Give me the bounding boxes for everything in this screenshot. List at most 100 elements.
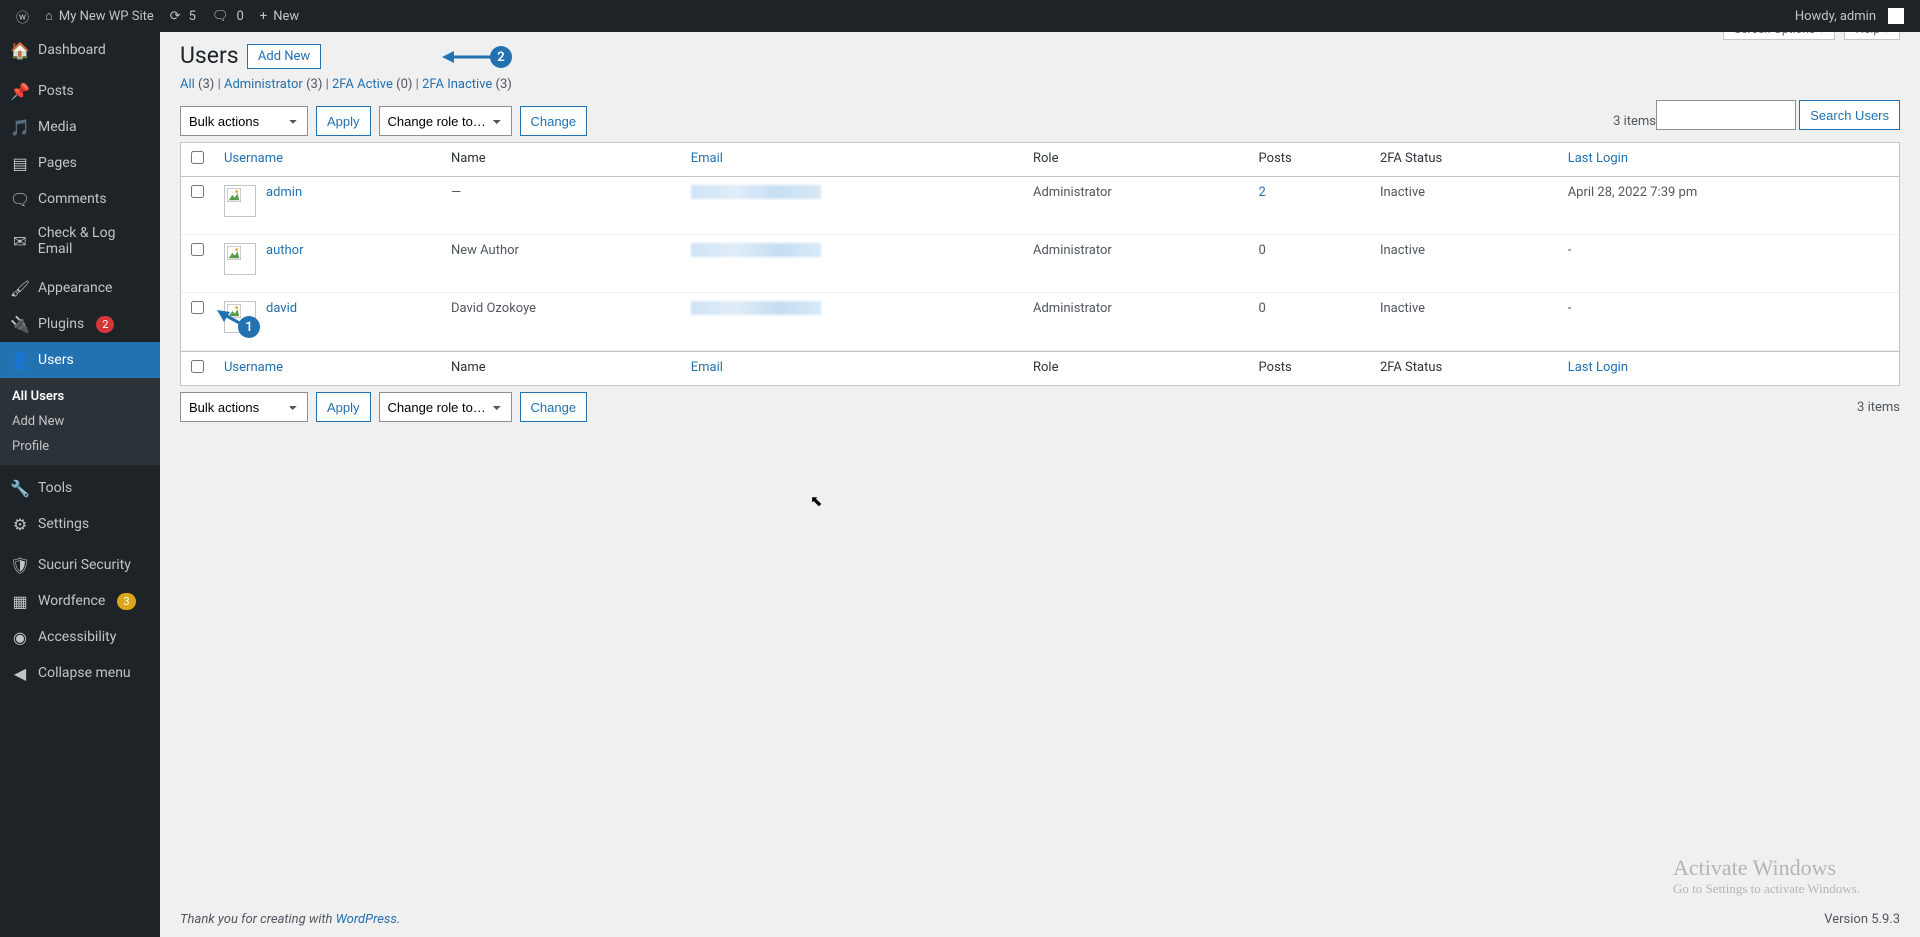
col-email[interactable]: Email — [681, 143, 1023, 177]
user-icon: 👤 — [10, 350, 30, 370]
new-label: New — [273, 9, 299, 24]
change-button[interactable]: Change — [520, 106, 588, 136]
sidebar-label: Comments — [38, 191, 107, 207]
apply-button[interactable]: Apply — [316, 106, 371, 136]
col-last-login[interactable]: Last Login — [1558, 143, 1899, 177]
row-checkbox[interactable] — [191, 301, 204, 314]
annotation-arrow-2 — [442, 48, 492, 66]
sidebar-item-sucuri[interactable]: 🛡Sucuri Security — [0, 547, 160, 583]
filter-all[interactable]: All — [180, 77, 195, 92]
refresh-icon: ⟳ — [170, 9, 181, 24]
col-name: Name — [441, 351, 681, 385]
account-link[interactable]: Howdy, admin — [1787, 0, 1912, 32]
change-button[interactable]: Change — [520, 392, 588, 422]
col-email[interactable]: Email — [681, 351, 1023, 385]
sidebar-item-posts[interactable]: 📌Posts — [0, 73, 160, 109]
howdy-label: Howdy, admin — [1795, 9, 1876, 24]
sidebar-item-tools[interactable]: 🔧Tools — [0, 470, 160, 506]
users-submenu: All Users Add New Profile — [0, 378, 160, 465]
version-label: Version 5.9.3 — [1824, 912, 1900, 927]
sidebar-label: Users — [38, 352, 74, 368]
filter-2fa-active[interactable]: 2FA Active — [332, 77, 393, 92]
sidebar-item-wordfence[interactable]: ▦Wordfence3 — [0, 583, 160, 619]
sidebar-item-dashboard[interactable]: 🏠Dashboard — [0, 32, 160, 68]
submenu-profile[interactable]: Profile — [0, 434, 160, 459]
bulk-actions-select[interactable]: Bulk actions — [180, 392, 308, 422]
comments-link[interactable]: 🗨0 — [204, 0, 252, 32]
shield-icon: 🛡 — [10, 555, 30, 575]
sliders-icon: ⚙ — [10, 514, 30, 534]
wordpress-link[interactable]: WordPress — [336, 912, 397, 927]
collapse-menu[interactable]: ◀Collapse menu — [0, 655, 160, 691]
last-login-cell: - — [1558, 235, 1899, 293]
footer-thanks: Thank you for creating with — [180, 912, 336, 927]
tablenav-top: Bulk actions Apply Change role to… Chang… — [180, 100, 1656, 142]
posts-cell: 0 — [1249, 235, 1370, 293]
sidebar-item-users[interactable]: 👤 Users — [0, 342, 160, 378]
page-icon: ▤ — [10, 153, 30, 173]
accessibility-icon: ◉ — [10, 627, 30, 647]
posts-link[interactable]: 2 — [1259, 185, 1266, 200]
firewall-icon: ▦ — [10, 591, 30, 611]
filter-links: All (3) | Administrator (3) | 2FA Active… — [180, 77, 1900, 92]
username-link[interactable]: david — [266, 301, 297, 316]
admin-sidebar: 🏠Dashboard 📌Posts 🎵Media ▤ Pages 🗨Comment… — [0, 32, 160, 937]
col-name: Name — [441, 143, 681, 177]
col-2fa: 2FA Status — [1370, 143, 1558, 177]
updates-link[interactable]: ⟳5 — [162, 0, 204, 32]
search-input[interactable] — [1656, 100, 1796, 130]
redacted-email — [691, 301, 821, 315]
admin-toolbar: ⓦ ⌂My New WP Site ⟳5 🗨0 +New Howdy, admi… — [0, 0, 1920, 32]
sidebar-item-plugins[interactable]: 🔌Plugins2 — [0, 306, 160, 342]
sidebar-item-check-email[interactable]: ✉Check & Log Email — [0, 217, 160, 265]
table-row: davidDavid OzokoyeAdministrator0Inactive… — [181, 293, 1899, 351]
select-all-top[interactable] — [191, 151, 204, 164]
apply-button[interactable]: Apply — [316, 392, 371, 422]
filter-2fa-inactive[interactable]: 2FA Inactive — [422, 77, 492, 92]
sidebar-label: Settings — [38, 516, 89, 532]
col-username[interactable]: Username — [214, 143, 441, 177]
search-box: Search Users — [1656, 100, 1900, 130]
sidebar-label: Accessibility — [38, 629, 116, 645]
sidebar-label: Plugins — [38, 316, 84, 332]
col-username[interactable]: Username — [214, 351, 441, 385]
tfa-cell: Inactive — [1370, 177, 1558, 235]
last-login-cell: - — [1558, 293, 1899, 351]
change-role-select[interactable]: Change role to… — [379, 106, 512, 136]
submenu-add-new[interactable]: Add New — [0, 409, 160, 434]
sidebar-label: Appearance — [38, 280, 112, 296]
gauge-icon: 🏠 — [10, 40, 30, 60]
media-icon: 🎵 — [10, 117, 30, 137]
broken-image-icon — [224, 185, 256, 217]
change-role-select[interactable]: Change role to… — [379, 392, 512, 422]
sidebar-label: Collapse menu — [38, 665, 131, 681]
col-last-login[interactable]: Last Login — [1558, 351, 1899, 385]
select-all-bottom[interactable] — [191, 360, 204, 373]
username-link[interactable]: admin — [266, 185, 302, 200]
row-checkbox[interactable] — [191, 185, 204, 198]
admin-footer: Thank you for creating with WordPress. V… — [160, 902, 1920, 937]
row-checkbox[interactable] — [191, 243, 204, 256]
new-content-link[interactable]: +New — [252, 0, 307, 32]
sidebar-label: Pages — [38, 155, 77, 171]
submenu-all-users[interactable]: All Users — [0, 384, 160, 409]
wp-logo[interactable]: ⓦ — [8, 0, 37, 32]
sidebar-item-accessibility[interactable]: ◉ Accessibility — [0, 619, 160, 655]
role-cell: Administrator — [1023, 235, 1249, 293]
table-row: admin—Administrator2InactiveApril 28, 20… — [181, 177, 1899, 235]
sidebar-item-settings[interactable]: ⚙ Settings — [0, 506, 160, 542]
redacted-email — [691, 185, 821, 199]
sidebar-label: Wordfence — [38, 593, 105, 609]
bulk-actions-select[interactable]: Bulk actions — [180, 106, 308, 136]
tfa-cell: Inactive — [1370, 293, 1558, 351]
username-link[interactable]: author — [266, 243, 303, 258]
filter-administrator[interactable]: Administrator — [224, 77, 303, 92]
sidebar-item-comments[interactable]: 🗨Comments — [0, 181, 160, 217]
sidebar-item-appearance[interactable]: 🖌Appearance — [0, 270, 160, 306]
site-name-link[interactable]: ⌂My New WP Site — [37, 0, 162, 32]
items-count: 3 items — [1857, 400, 1900, 415]
search-users-button[interactable]: Search Users — [1799, 100, 1900, 130]
add-new-button[interactable]: Add New — [247, 44, 321, 69]
sidebar-item-media[interactable]: 🎵Media — [0, 109, 160, 145]
sidebar-item-pages[interactable]: ▤ Pages — [0, 145, 160, 181]
